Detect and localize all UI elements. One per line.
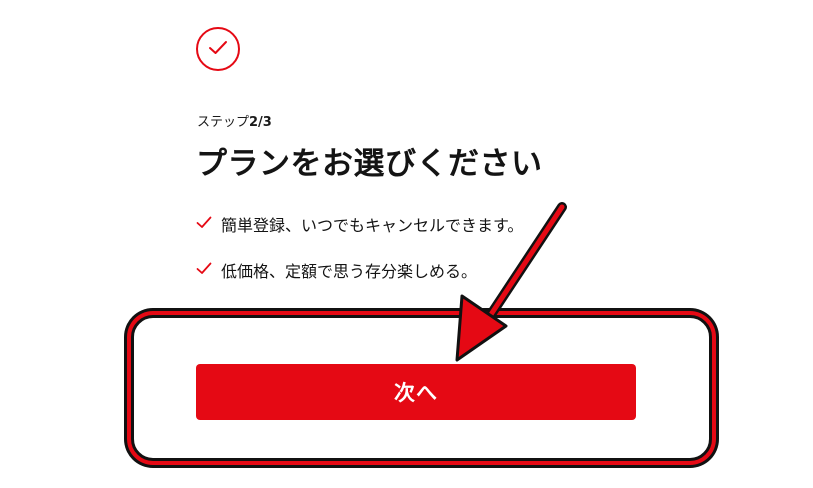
next-button[interactable]: 次へ bbox=[196, 364, 636, 420]
step-prefix: ステップ bbox=[197, 115, 250, 130]
benefit-text: 簡単登録、いつでもキャンセルできます。 bbox=[221, 216, 524, 235]
step-number: 2/3 bbox=[249, 115, 272, 130]
signup-step-page: ステップ2/3 プランをお選びください 簡単登録、いつでもキャンセルできます。 … bbox=[0, 0, 813, 488]
benefit-text: 低価格、定額で思う存分楽しめる。 bbox=[221, 262, 478, 281]
page-title: プランをお選びください bbox=[196, 146, 543, 182]
checkmark-icon bbox=[209, 41, 227, 54]
check-circle-icon bbox=[196, 27, 240, 71]
step-indicator: ステップ2/3 bbox=[197, 111, 272, 130]
check-icon bbox=[196, 262, 212, 274]
check-icon bbox=[196, 216, 212, 228]
